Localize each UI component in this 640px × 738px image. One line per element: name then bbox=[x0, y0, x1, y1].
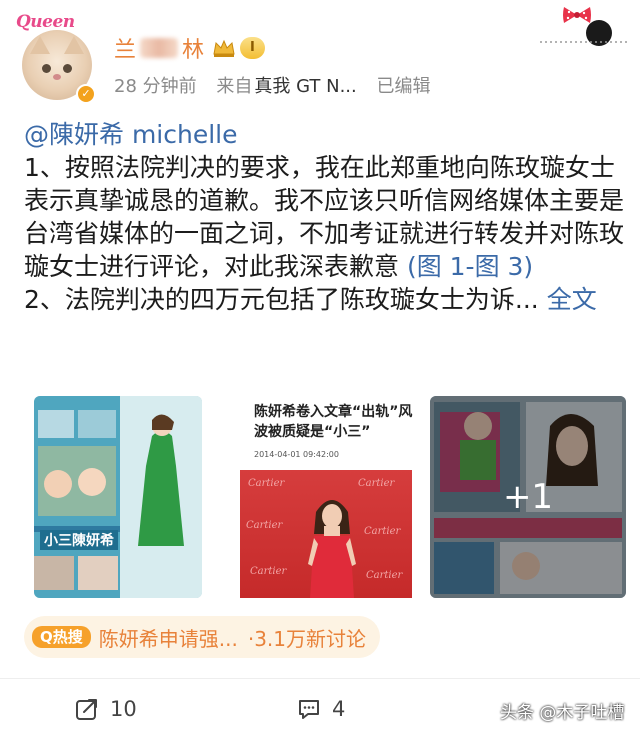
comment-count: 4 bbox=[332, 697, 346, 721]
username-start[interactable]: 兰 bbox=[114, 32, 136, 64]
post-header: Queen ✓ 兰 林 I 28 分钟前 来自 真我 GT N... 已编辑 bbox=[0, 0, 640, 110]
edited-label: 已编辑 bbox=[376, 76, 431, 97]
trending-topic-pill[interactable]: Q热搜 陈妍希申请强... ·3.1万新讨论 bbox=[24, 616, 381, 658]
avatar[interactable]: Queen ✓ bbox=[14, 10, 98, 104]
brand-watermark-4: Cartier bbox=[364, 526, 401, 537]
source-watermark: 头条 @木子吐槽 bbox=[500, 703, 625, 723]
username-row[interactable]: 兰 林 I bbox=[114, 32, 265, 64]
gallery-image-3[interactable]: +1 bbox=[430, 396, 626, 598]
post-paragraph-1-text: 1、按照法院判决的要求，我在此郑重地向陈玫璇女士表示真挚诚恳的道歉。我不应该只听… bbox=[24, 153, 625, 281]
news-headline: 陈妍希卷入文章“出轨”风波被质疑是“小三” bbox=[254, 404, 413, 440]
cat-eye-right bbox=[63, 64, 72, 73]
cat-ear-left bbox=[30, 36, 50, 54]
avatar-badge: Queen bbox=[16, 12, 75, 32]
brand-watermark-2: Cartier bbox=[358, 478, 395, 489]
crown-icon bbox=[213, 39, 235, 57]
username-blurred bbox=[140, 38, 179, 58]
divider bbox=[0, 678, 640, 679]
image-gallery: 小三陳妍希 陈妍希卷入文章“出轨”风波被质疑是“小三” 2014-04-01 0… bbox=[24, 396, 626, 598]
red-carpet-photo: Cartier Cartier Cartier Cartier Cartier … bbox=[240, 470, 412, 598]
magazine-collage-image bbox=[34, 396, 202, 598]
repost-button[interactable]: 10 bbox=[74, 696, 137, 722]
repost-count: 10 bbox=[110, 697, 137, 721]
post-paragraph-1: 1、按照法院判决的要求，我在此郑重地向陈玫璇女士表示真挚诚恳的道歉。我不应该只听… bbox=[24, 151, 624, 283]
brand-watermark-6: Cartier bbox=[366, 570, 403, 581]
level-badge: I bbox=[240, 37, 265, 59]
more-images-count: +1 bbox=[502, 477, 554, 517]
image-ref-link[interactable]: (图 1-图 3) bbox=[407, 252, 533, 281]
cat-nose bbox=[53, 74, 61, 80]
verified-icon: ✓ bbox=[76, 84, 96, 104]
read-more-link[interactable]: 全文 bbox=[547, 285, 597, 314]
news-date: 2014-04-01 09:42:00 bbox=[254, 450, 339, 459]
post-time: 28 分钟前 bbox=[114, 76, 197, 97]
brand-watermark-3: Cartier bbox=[246, 520, 283, 531]
gallery-image-2[interactable]: 陈妍希卷入文章“出轨”风波被质疑是“小三” 2014-04-01 09:42:0… bbox=[234, 396, 418, 598]
hot-search-tag: Q热搜 bbox=[32, 626, 91, 648]
trending-topic-title: 陈妍希申请强... bbox=[98, 626, 238, 651]
cat-ear-right bbox=[64, 36, 84, 54]
post-meta: 28 分钟前 来自 真我 GT N... 已编辑 bbox=[114, 72, 444, 98]
woman-figure-image bbox=[308, 500, 356, 598]
comment-icon bbox=[299, 700, 319, 719]
username-end[interactable]: 林 bbox=[182, 32, 204, 64]
trending-discussion-count: ·3.1万新讨论 bbox=[247, 626, 367, 651]
post-paragraph-2: 2、法院判决的四万元包括了陈玫璇女士为诉... 全文 bbox=[24, 283, 624, 316]
dotted-decoration-icon bbox=[540, 41, 630, 43]
magazine-caption: 小三陳妍希 bbox=[40, 530, 118, 550]
post-paragraph-2-text: 2、法院判决的四万元包括了陈玫璇女士为诉... bbox=[24, 285, 547, 314]
repost-icon bbox=[76, 699, 97, 720]
cat-eye-left bbox=[42, 64, 51, 73]
bow-icon bbox=[563, 7, 591, 23]
post-content: @陳妍希 michelle 1、按照法院判决的要求，我在此郑重地向陈玫璇女士表示… bbox=[24, 118, 624, 316]
comment-button[interactable]: 4 bbox=[296, 696, 345, 722]
mention-link[interactable]: @陳妍希 michelle bbox=[24, 120, 238, 149]
source-device: 真我 GT N... bbox=[254, 76, 357, 97]
brand-watermark-5: Cartier bbox=[250, 566, 287, 577]
brand-watermark-1: Cartier bbox=[248, 478, 285, 489]
post-source: 来自 真我 GT N... bbox=[216, 76, 356, 97]
gallery-image-1[interactable]: 小三陳妍希 bbox=[34, 396, 202, 598]
more-images-overlay[interactable]: +1 bbox=[430, 396, 626, 598]
source-prefix: 来自 bbox=[216, 76, 253, 97]
